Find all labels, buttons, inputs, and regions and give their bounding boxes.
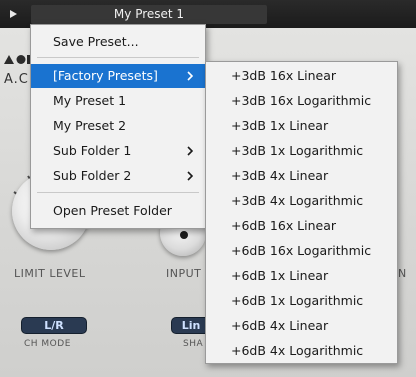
- ch-mode-selector[interactable]: L/R: [21, 317, 87, 334]
- menu-separator: [37, 57, 199, 58]
- menu-item-label: Sub Folder 1: [53, 143, 132, 158]
- factory-preset-item[interactable]: +3dB 4x Logarithmic: [206, 189, 397, 213]
- shape-label: SHA: [183, 339, 204, 349]
- factory-preset-item[interactable]: +6dB 1x Logarithmic: [206, 289, 397, 313]
- limit-level-label: LIMIT LEVEL: [14, 267, 86, 280]
- chevron-right-icon: [187, 171, 193, 181]
- menu-item-sub-folder-1[interactable]: Sub Folder 1: [31, 139, 205, 163]
- factory-preset-item[interactable]: +6dB 16x Logarithmic: [206, 239, 397, 263]
- knob-indicator-dot: [180, 231, 188, 239]
- menu-item-open-preset-folder[interactable]: Open Preset Folder: [31, 199, 205, 223]
- chevron-right-icon: [187, 146, 193, 156]
- preset-menu: Save Preset... [Factory Presets] My Pres…: [30, 24, 206, 229]
- menu-item-label: My Preset 1: [53, 93, 127, 108]
- menu-item-label: Save Preset...: [53, 34, 139, 49]
- factory-preset-item[interactable]: +6dB 1x Linear: [206, 264, 397, 288]
- menu-item-sub-folder-2[interactable]: Sub Folder 2: [31, 164, 205, 188]
- preset-name-display[interactable]: My Preset 1: [31, 5, 267, 24]
- factory-preset-item[interactable]: +3dB 16x Linear: [206, 64, 397, 88]
- menu-item-my-preset-2[interactable]: My Preset 2: [31, 114, 205, 138]
- menu-item-save-preset[interactable]: Save Preset...: [31, 30, 205, 54]
- factory-preset-item[interactable]: +3dB 1x Logarithmic: [206, 139, 397, 163]
- factory-preset-item[interactable]: +3dB 4x Linear: [206, 164, 397, 188]
- menu-item-label: My Preset 2: [53, 118, 127, 133]
- factory-preset-item[interactable]: +6dB 4x Linear: [206, 314, 397, 338]
- brand-text: A.C: [4, 72, 29, 87]
- ch-mode-label: CH MODE: [24, 339, 71, 349]
- menu-item-factory-presets[interactable]: [Factory Presets]: [31, 64, 205, 88]
- menu-item-label: Open Preset Folder: [53, 203, 172, 218]
- input-label: INPUT: [166, 267, 202, 280]
- brand-logo-icon: [4, 55, 32, 64]
- factory-presets-submenu: +3dB 16x Linear +3dB 16x Logarithmic +3d…: [205, 61, 398, 364]
- menu-item-label: [Factory Presets]: [53, 68, 158, 83]
- menu-item-my-preset-1[interactable]: My Preset 1: [31, 89, 205, 113]
- menu-item-label: Sub Folder 2: [53, 168, 132, 183]
- factory-preset-item[interactable]: +3dB 16x Logarithmic: [206, 89, 397, 113]
- factory-preset-item[interactable]: +6dB 16x Linear: [206, 214, 397, 238]
- play-arrow-icon[interactable]: [6, 7, 20, 21]
- chevron-right-icon: [187, 71, 193, 81]
- right-knob-label: N: [398, 267, 407, 280]
- factory-preset-item[interactable]: +6dB 4x Logarithmic: [206, 339, 397, 363]
- factory-preset-item[interactable]: +3dB 1x Linear: [206, 114, 397, 138]
- menu-separator: [37, 192, 199, 193]
